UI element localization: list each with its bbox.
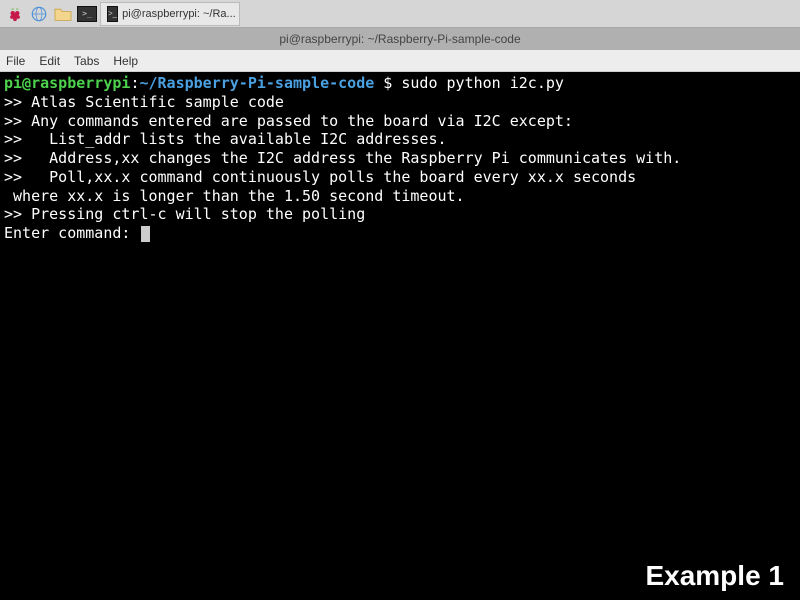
- globe-icon: [30, 5, 48, 23]
- prompt-command: sudo python i2c.py: [401, 74, 564, 92]
- window-title: pi@raspberrypi: ~/Raspberry-Pi-sample-co…: [279, 32, 520, 46]
- window-titlebar[interactable]: pi@raspberrypi: ~/Raspberry-Pi-sample-co…: [0, 28, 800, 50]
- folder-icon: [53, 6, 73, 22]
- terminal-output-line: >> Any commands entered are passed to th…: [4, 112, 796, 131]
- menubar: File Edit Tabs Help: [0, 50, 800, 72]
- prompt-line: pi@raspberrypi:~/Raspberry-Pi-sample-cod…: [4, 74, 796, 93]
- example-label: Example 1: [645, 560, 784, 592]
- terminal-area[interactable]: pi@raspberrypi:~/Raspberry-Pi-sample-cod…: [0, 72, 800, 600]
- raspberry-icon: [6, 5, 24, 23]
- terminal-icon: [77, 6, 97, 22]
- taskbar: pi@raspberrypi: ~/Ra...: [0, 0, 800, 28]
- cursor-icon: [141, 226, 150, 242]
- terminal-input-line: Enter command:: [4, 224, 796, 243]
- terminal-output-line: >> List_addr lists the available I2C add…: [4, 130, 796, 149]
- taskbar-app-terminal[interactable]: pi@raspberrypi: ~/Ra...: [100, 2, 240, 26]
- menu-tabs[interactable]: Tabs: [74, 54, 99, 68]
- terminal-output-line: >> Address,xx changes the I2C address th…: [4, 149, 796, 168]
- menu-edit[interactable]: Edit: [39, 54, 60, 68]
- prompt-user-host: pi@raspberrypi: [4, 74, 130, 92]
- terminal-output-line: >> Poll,xx.x command continuously polls …: [4, 168, 796, 187]
- terminal-output-line: >> Pressing ctrl-c will stop the polling: [4, 205, 796, 224]
- prompt-dollar: $: [374, 74, 401, 92]
- terminal-output-line: where xx.x is longer than the 1.50 secon…: [4, 187, 796, 206]
- terminal-icon: [107, 6, 118, 22]
- terminal-output-line: >> Atlas Scientific sample code: [4, 93, 796, 112]
- prompt-path: ~/Raspberry-Pi-sample-code: [139, 74, 374, 92]
- taskbar-app-label: pi@raspberrypi: ~/Ra...: [122, 8, 236, 20]
- menu-file[interactable]: File: [6, 54, 25, 68]
- menu-help[interactable]: Help: [113, 54, 138, 68]
- terminal-launcher[interactable]: [76, 3, 98, 25]
- browser-launcher[interactable]: [28, 3, 50, 25]
- raspberry-menu-icon[interactable]: [4, 3, 26, 25]
- file-manager-launcher[interactable]: [52, 3, 74, 25]
- terminal-input-prompt: Enter command:: [4, 224, 139, 242]
